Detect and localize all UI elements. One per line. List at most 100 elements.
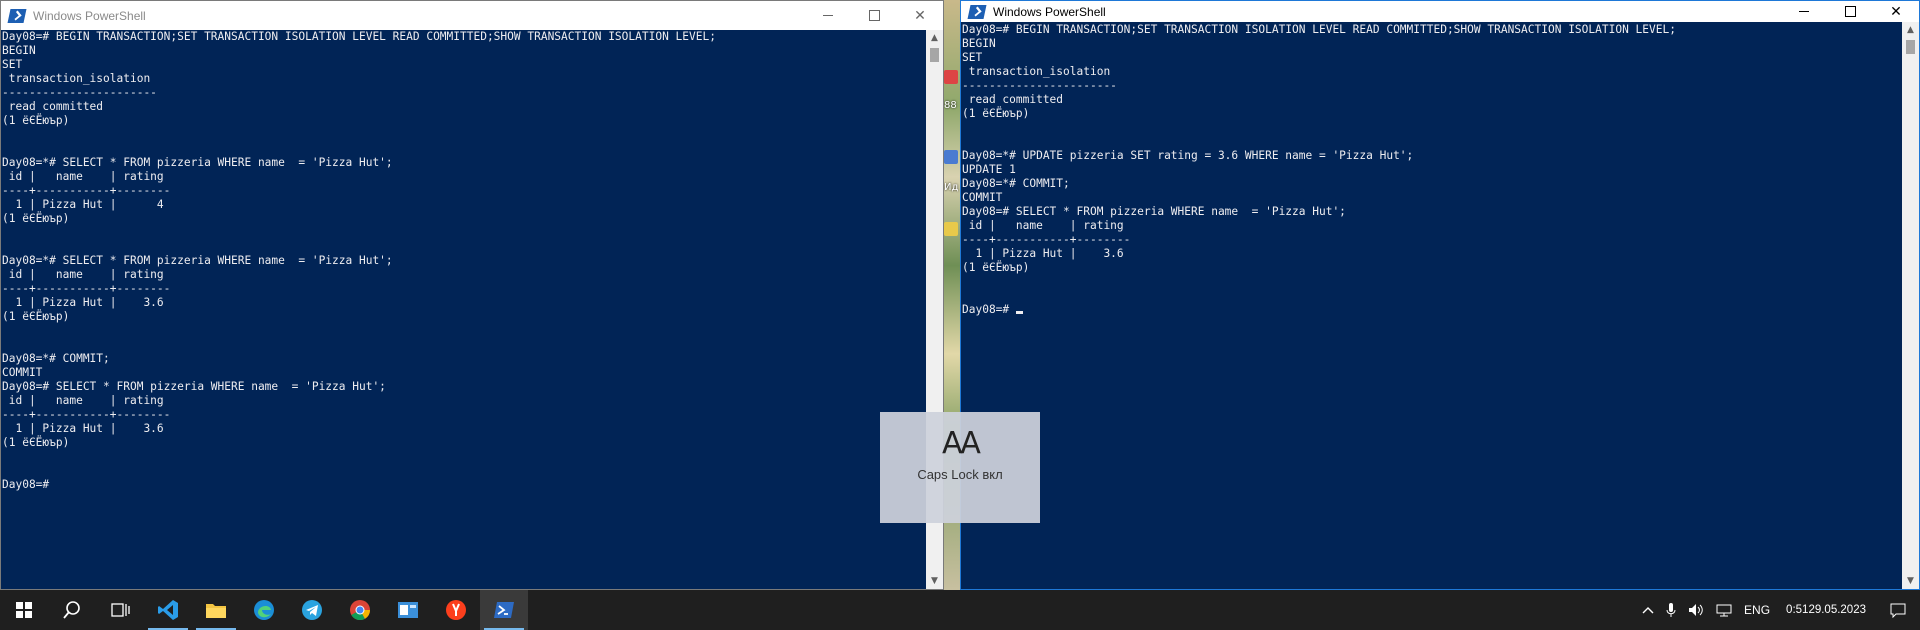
title-bar[interactable]: Windows PowerShell ✕	[1, 1, 943, 30]
caps-lock-icon: AA	[942, 426, 981, 461]
console-line: read committed	[2, 100, 104, 113]
close-button[interactable]: ✕	[1873, 1, 1919, 22]
taskbar-app-generic[interactable]	[384, 590, 432, 630]
clock[interactable]: 0:51 29.05.2023	[1776, 603, 1876, 618]
console-line: ----+-----------+--------	[2, 184, 171, 197]
chrome-icon	[350, 600, 371, 621]
taskbar-app-edge[interactable]	[240, 590, 288, 630]
console-line: read committed	[962, 93, 1064, 106]
scroll-down-icon[interactable]: ▼	[926, 573, 943, 589]
search-icon	[63, 601, 80, 619]
scroll-up-icon[interactable]: ▲	[926, 30, 943, 46]
minimize-button[interactable]	[805, 1, 851, 30]
taskbar-app-yandex[interactable]	[432, 590, 480, 630]
console-line: Day08=#	[2, 478, 50, 491]
desktop-shortcut-icon[interactable]	[944, 222, 958, 236]
console-line: 1 | Pizza Hut | 4	[2, 198, 164, 211]
title-bar[interactable]: Windows PowerShell ✕	[961, 1, 1919, 22]
clock-time: 0:51	[1786, 603, 1809, 616]
network-button[interactable]	[1710, 603, 1738, 617]
vertical-scrollbar[interactable]: ▲ ▼	[1902, 22, 1919, 589]
task-view-icon	[111, 603, 130, 617]
maximize-button[interactable]	[851, 1, 897, 30]
volume-button[interactable]	[1682, 603, 1710, 617]
chevron-up-icon	[1642, 607, 1654, 614]
minimize-button[interactable]	[1781, 1, 1827, 22]
taskbar-app-vscode[interactable]	[144, 590, 192, 630]
console-line: Day08=# BEGIN TRANSACTION;SET TRANSACTIO…	[2, 30, 716, 43]
console-line: UPDATE 1	[962, 163, 1016, 176]
desktop-shortcut-icon[interactable]	[944, 150, 958, 164]
app-icon	[398, 602, 418, 618]
console-line: transaction_isolation	[962, 65, 1111, 78]
console-line: id | name | rating	[2, 170, 164, 183]
console-line: id | name | rating	[2, 394, 164, 407]
console-line: BEGIN	[962, 37, 996, 50]
maximize-button[interactable]	[1827, 1, 1873, 22]
scroll-thumb[interactable]	[930, 48, 939, 62]
taskbar-app-chrome[interactable]	[336, 590, 384, 630]
console-line: ----+-----------+--------	[962, 233, 1131, 246]
scroll-down-icon[interactable]: ▼	[1902, 573, 1919, 589]
start-button[interactable]	[0, 590, 48, 630]
powershell-window-left[interactable]: Windows PowerShell ✕ Day08=# BEGIN TRANS…	[0, 0, 944, 590]
scroll-thumb[interactable]	[1906, 40, 1915, 54]
console-line: COMMIT	[962, 191, 1003, 204]
microphone-icon	[1666, 603, 1676, 617]
desktop-label: 88	[944, 100, 957, 111]
console-line: Day08=*# SELECT * FROM pizzeria WHERE na…	[2, 254, 393, 267]
close-button[interactable]: ✕	[897, 1, 943, 30]
console-line: Day08=# SELECT * FROM pizzeria WHERE nam…	[2, 380, 386, 393]
taskbar-app-powershell[interactable]	[480, 590, 528, 630]
notifications-button[interactable]	[1876, 603, 1920, 618]
console-line: 1 | Pizza Hut | 3.6	[2, 422, 164, 435]
taskbar-app-telegram[interactable]	[288, 590, 336, 630]
network-icon	[1716, 604, 1732, 617]
notification-icon	[1890, 603, 1906, 618]
microphone-button[interactable]	[1660, 602, 1682, 618]
console-line: 1 | Pizza Hut | 3.6	[962, 247, 1124, 260]
task-view-button[interactable]	[96, 590, 144, 630]
language-indicator[interactable]: ENG	[1738, 603, 1776, 617]
console-line: Day08=*# COMMIT;	[962, 177, 1070, 190]
console-output[interactable]: Day08=# BEGIN TRANSACTION;SET TRANSACTIO…	[961, 23, 1901, 589]
taskbar-app-file-explorer[interactable]	[192, 590, 240, 630]
desktop-shortcut-icon[interactable]	[944, 70, 958, 84]
console-prompt-line[interactable]: Day08=#	[962, 303, 1901, 317]
console-line: BEGIN	[2, 44, 36, 57]
powershell-icon	[7, 8, 27, 23]
telegram-icon	[302, 600, 322, 620]
console-line: transaction_isolation	[2, 72, 151, 85]
powershell-icon	[967, 4, 987, 19]
console-line: -----------------------	[2, 86, 157, 99]
console-line: COMMIT	[2, 366, 43, 379]
show-hidden-icons-button[interactable]	[1636, 606, 1660, 614]
console-line: Day08=*# COMMIT;	[2, 352, 110, 365]
scroll-up-icon[interactable]: ▲	[1902, 22, 1919, 38]
console-prompt: Day08=#	[962, 303, 1016, 316]
powershell-window-right[interactable]: Windows PowerShell ✕ Day08=# BEGIN TRANS…	[960, 0, 1920, 590]
console-line: SET	[2, 58, 23, 71]
console-output[interactable]: Day08=# BEGIN TRANSACTION;SET TRANSACTIO…	[1, 30, 925, 589]
console-line: (1 ёЄЁюър)	[2, 436, 70, 449]
powershell-icon	[494, 602, 514, 618]
console-line: Day08=*# SELECT * FROM pizzeria WHERE na…	[2, 156, 393, 169]
console-line: SET	[962, 51, 983, 64]
console-line: (1 ёЄЁюър)	[962, 107, 1030, 120]
console-line: ----+-----------+--------	[2, 282, 171, 295]
window-title: Windows PowerShell	[33, 8, 146, 23]
console-line: (1 ёЄЁюър)	[2, 212, 70, 225]
edge-icon	[254, 600, 274, 620]
taskbar: ENG 0:51 29.05.2023	[0, 590, 1920, 630]
search-button[interactable]	[48, 590, 96, 630]
console-line: 1 | Pizza Hut | 3.6	[2, 296, 164, 309]
console-line: -----------------------	[962, 79, 1117, 92]
